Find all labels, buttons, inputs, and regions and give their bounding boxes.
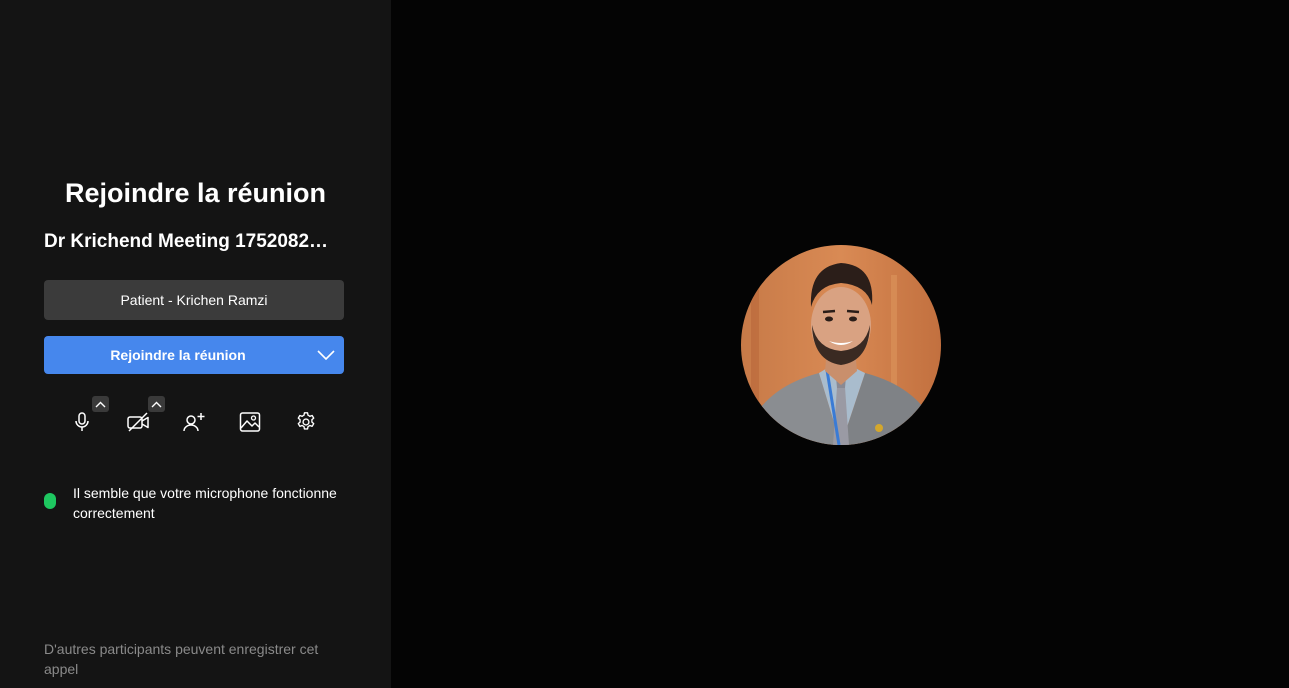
display-name-input[interactable] xyxy=(44,280,344,320)
prejoin-screen: Rejoindre la réunion Dr Krichend Meeting… xyxy=(0,0,1289,688)
video-preview-area xyxy=(391,0,1289,688)
avatar xyxy=(741,245,941,445)
avatar-photo xyxy=(741,245,941,445)
recording-notice: D'autres participants peuvent enregistre… xyxy=(44,641,319,677)
camera-options-button[interactable] xyxy=(148,396,165,412)
microphone-options-button[interactable] xyxy=(92,396,109,412)
background-button[interactable] xyxy=(233,405,267,439)
chevron-up-icon xyxy=(151,401,162,407)
meeting-name: Dr Krichend Meeting 1752082… xyxy=(44,231,329,252)
chevron-up-icon xyxy=(95,401,106,407)
microphone-icon xyxy=(75,412,89,431)
join-meeting-label: Rejoindre la réunion xyxy=(110,347,246,363)
invite-person-icon xyxy=(183,413,205,432)
join-meeting-button[interactable]: Rejoindre la réunion xyxy=(44,336,344,374)
join-options-dropdown[interactable] xyxy=(308,336,344,374)
microphone-status: Il semble que votre microphone fonctionn… xyxy=(44,483,344,523)
chevron-down-icon xyxy=(317,350,335,360)
status-indicator-dot xyxy=(44,493,56,509)
invite-button[interactable] xyxy=(177,405,211,439)
microphone-status-text: Il semble que votre microphone fonctionn… xyxy=(73,485,337,521)
settings-button[interactable] xyxy=(289,405,323,439)
device-toolbar xyxy=(0,396,391,446)
background-image-icon xyxy=(239,412,261,432)
video-off-icon xyxy=(127,412,149,432)
page-title: Rejoindre la réunion xyxy=(64,178,327,208)
settings-gear-icon xyxy=(297,412,315,430)
prejoin-panel: Rejoindre la réunion Dr Krichend Meeting… xyxy=(0,0,391,688)
